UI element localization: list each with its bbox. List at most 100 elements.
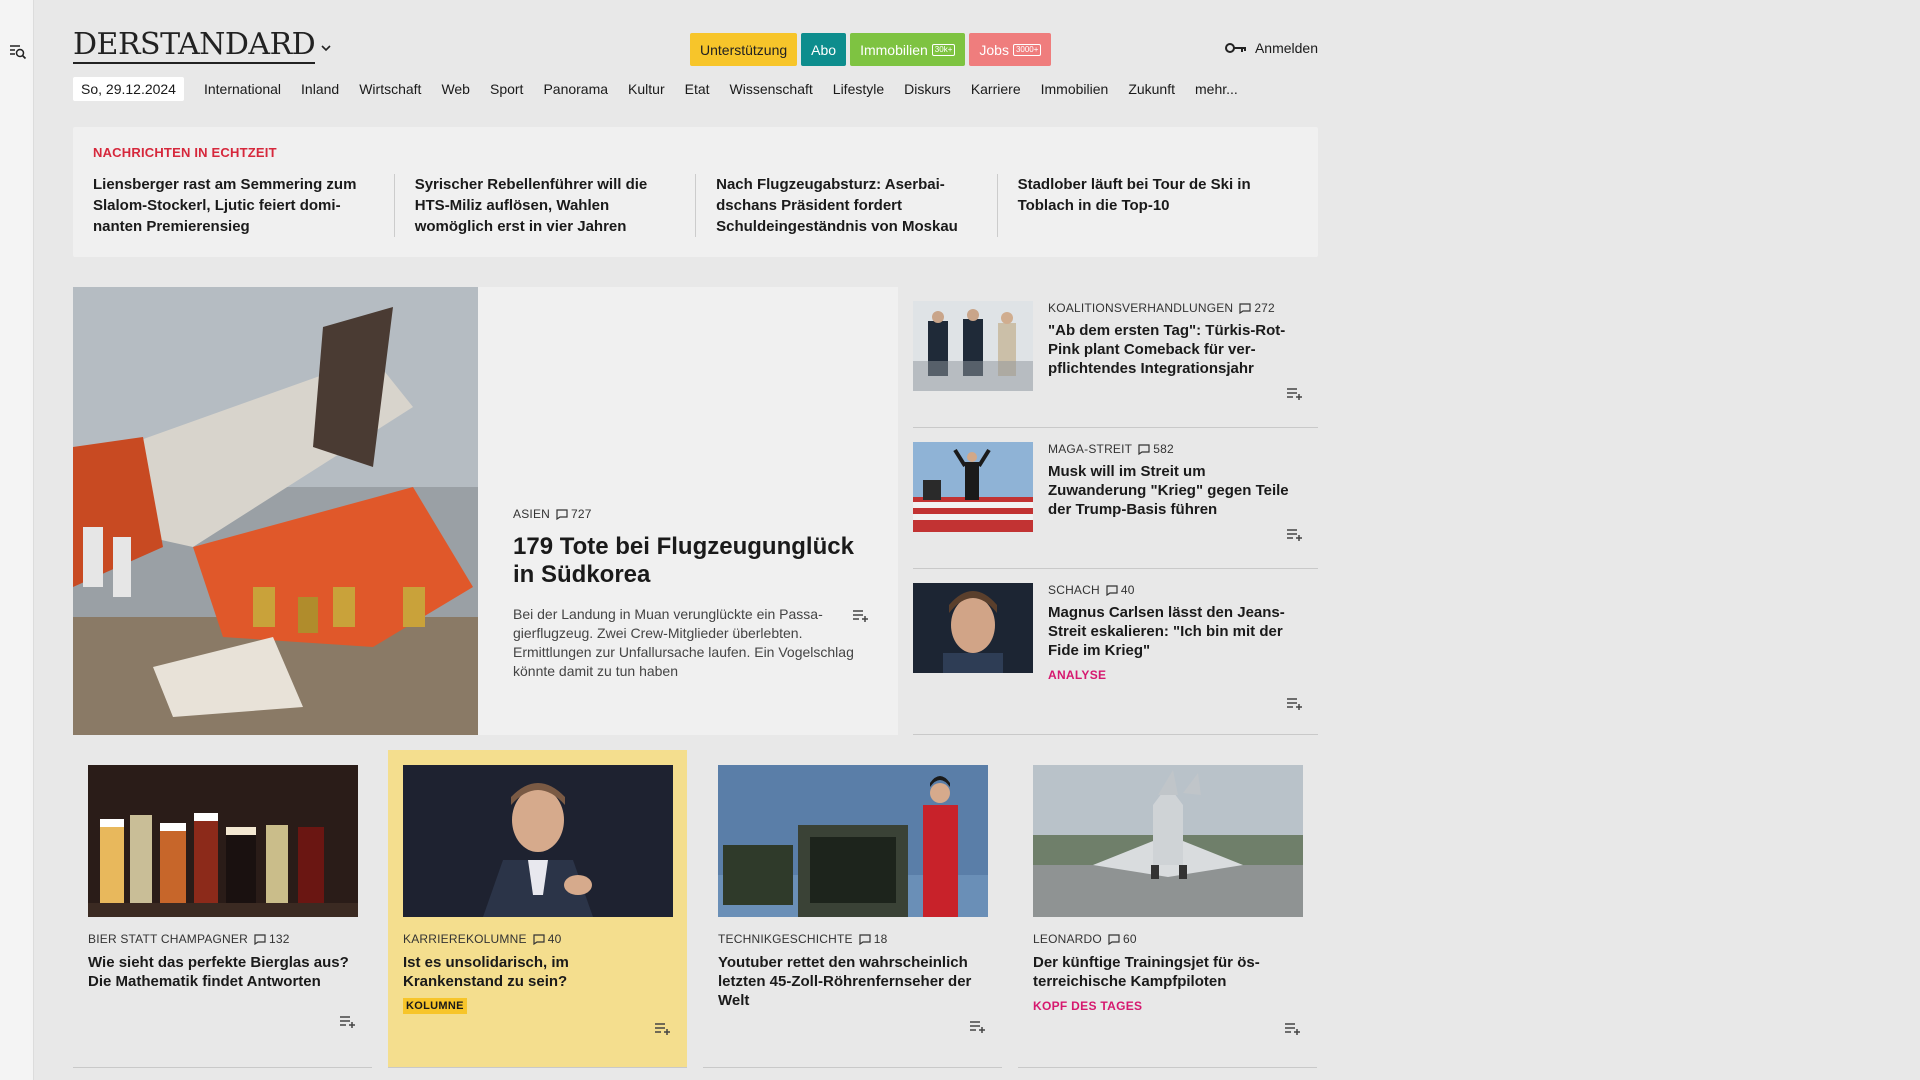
nav-item-panorama[interactable]: Panorama: [543, 81, 608, 97]
main-nav: So, 29.12.2024 International Inland Wirt…: [73, 72, 1318, 106]
immobilien-button[interactable]: Immobilien 30k+: [850, 33, 966, 66]
nav-item-zukunft[interactable]: Zukunft: [1128, 81, 1175, 97]
lead-story-body: ASIEN 727 179 Tote bei Flugzeugunglück i…: [478, 287, 898, 735]
comment-icon: [1108, 933, 1120, 945]
support-button[interactable]: Unterstützung: [690, 33, 798, 66]
add-to-list-icon[interactable]: [1284, 1022, 1302, 1036]
side-story-meta: SCHACH 40: [1048, 583, 1308, 597]
add-to-list-icon[interactable]: [339, 1015, 357, 1029]
side-story[interactable]: SCHACH 40 Magnus Carlsen lässt den Jeans…: [913, 569, 1318, 735]
left-rail: [0, 0, 34, 1080]
comment-count[interactable]: 60: [1108, 932, 1137, 946]
nav-item-international[interactable]: International: [204, 81, 281, 97]
side-story-image: [913, 442, 1033, 532]
teaser-card-kicker: LEONARDO: [1033, 932, 1102, 946]
teaser-row: BIER STATT CHAMPAGNER 132 Wie sieht das …: [73, 750, 1318, 1068]
teaser-card-image: [718, 765, 988, 917]
jobs-button[interactable]: Jobs 3000+: [969, 33, 1052, 66]
comment-count[interactable]: 727: [556, 507, 592, 521]
teaser-card-title[interactable]: Wie sieht das perfekte Bierglas aus? Die…: [88, 953, 357, 991]
ticker-item[interactable]: Stadlober läuft bei Tour de Ski in Tobla…: [996, 174, 1298, 237]
add-to-list-icon[interactable]: [1286, 528, 1304, 542]
comment-count[interactable]: 40: [1106, 583, 1135, 597]
teaser-card[interactable]: TECHNIKGESCHICHTE 18 Youtuber rettet den…: [703, 750, 1002, 1068]
nav-item-kultur[interactable]: Kultur: [628, 81, 665, 97]
comment-count-value: 40: [1120, 583, 1135, 597]
search-menu-icon[interactable]: [9, 43, 27, 61]
teaser-card-image: [1033, 765, 1303, 917]
comment-count[interactable]: 40: [533, 932, 562, 946]
nav-item-etat[interactable]: Etat: [685, 81, 710, 97]
support-label: Unterstützung: [700, 41, 788, 58]
ticker-item[interactable]: Liensberger rast am Semmering zum Slalom…: [93, 174, 394, 237]
add-to-list-icon[interactable]: [654, 1022, 672, 1036]
teaser-card-kicker: KARRIEREKOLUMNE: [403, 932, 527, 946]
site-logo[interactable]: DERSTANDARD: [73, 28, 316, 64]
comment-count-value: 60: [1122, 932, 1137, 946]
nav-item-karriere[interactable]: Karriere: [971, 81, 1021, 97]
kopf-des-tages-label: KOPF DES TAGES: [1033, 999, 1143, 1013]
comment-count[interactable]: 272: [1239, 301, 1275, 315]
comment-count[interactable]: 582: [1138, 442, 1174, 456]
nav-item-wirtschaft[interactable]: Wirtschaft: [359, 81, 421, 97]
news-ticker: NACHRICHTEN IN ECHTZEIT Liensberger rast…: [73, 127, 1318, 257]
side-story[interactable]: MAGA-STREIT 582 Musk will im Streit um Z…: [913, 428, 1318, 569]
nav-item-sport[interactable]: Sport: [490, 81, 523, 97]
teaser-card[interactable]: KARRIEREKOLUMNE 40 Ist es unsolidarisch,…: [388, 750, 687, 1068]
add-to-list-icon[interactable]: [852, 609, 870, 623]
nav-item-diskurs[interactable]: Diskurs: [904, 81, 951, 97]
immobilien-badge: 30k+: [931, 43, 956, 56]
side-story[interactable]: KOALITIONSVERHANDLUNGEN 272 "Ab dem erst…: [913, 287, 1318, 428]
comment-count[interactable]: 132: [254, 932, 290, 946]
nav-item-more[interactable]: mehr...: [1195, 81, 1238, 97]
add-to-list-icon[interactable]: [969, 1020, 987, 1034]
teaser-card-title[interactable]: Youtuber rettet den wahrscheinlich letzt…: [718, 953, 987, 1010]
add-to-list-icon[interactable]: [1286, 387, 1304, 401]
lead-story[interactable]: ASIEN 727 179 Tote bei Flugzeugunglück i…: [73, 287, 898, 735]
ticker-list: Liensberger rast am Semmering zum Slalom…: [93, 174, 1298, 237]
side-story-title[interactable]: Musk will im Streit um Zuwanderung "Krie…: [1048, 462, 1308, 519]
chevron-down-icon[interactable]: [319, 41, 333, 55]
login-button[interactable]: Anmelden: [1224, 40, 1318, 56]
teaser-card-title[interactable]: Ist es unsolidarisch, im Krankenstand zu…: [403, 953, 672, 991]
add-to-list-icon[interactable]: [1286, 697, 1304, 711]
side-story-image: [913, 583, 1033, 673]
jobs-label: Jobs: [979, 41, 1009, 58]
nav-item-wissenschaft[interactable]: Wissenschaft: [730, 81, 813, 97]
side-story-image: [913, 301, 1033, 391]
comment-icon: [1239, 302, 1251, 314]
teaser-card[interactable]: BIER STATT CHAMPAGNER 132 Wie sieht das …: [73, 750, 372, 1068]
comment-count[interactable]: 18: [859, 932, 888, 946]
lead-story-meta: ASIEN 727: [513, 507, 863, 521]
lead-story-teaser: Bei der Landung in Muan verunglückte ein…: [513, 606, 854, 679]
lead-story-image: [73, 287, 478, 735]
side-story-title[interactable]: "Ab dem ersten Tag": Türkis-Rot-Pink pla…: [1048, 321, 1308, 378]
teaser-card-image: [88, 765, 358, 917]
site-header: DERSTANDARD Unterstützung Abo Immobilien…: [73, 0, 1318, 72]
column-label: KOLUMNE: [403, 998, 467, 1014]
side-story-title[interactable]: Magnus Carlsen lässt den Jeans-Streit es…: [1048, 603, 1308, 660]
nav-item-web[interactable]: Web: [441, 81, 470, 97]
side-story-kicker: KOALITIONSVERHANDLUNGEN: [1048, 301, 1234, 315]
nav-item-immobilien[interactable]: Immobilien: [1041, 81, 1109, 97]
jobs-badge: 3000+: [1012, 43, 1042, 56]
header-pills: Unterstützung Abo Immobilien 30k+ Jobs 300…: [690, 33, 1052, 66]
page: DERSTANDARD Unterstützung Abo Immobilien…: [73, 0, 1318, 1068]
comment-icon: [1106, 584, 1118, 596]
side-story-body: SCHACH 40 Magnus Carlsen lässt den Jeans…: [1048, 583, 1308, 682]
nav-item-lifestyle[interactable]: Lifestyle: [833, 81, 884, 97]
key-icon: [1224, 43, 1246, 53]
teaser-card-meta: TECHNIKGESCHICHTE 18: [718, 932, 987, 946]
teaser-card-title[interactable]: Der künftige Trainingsjet für ös­terreic…: [1033, 953, 1302, 991]
nav-item-inland[interactable]: Inland: [301, 81, 339, 97]
ticker-item[interactable]: Syrischer Rebellenführer will die HTS-Mi…: [393, 174, 695, 237]
login-label: Anmelden: [1254, 40, 1318, 56]
ticker-item[interactable]: Nach Flugzeugabsturz: Aserbai­dschans Pr…: [695, 174, 996, 237]
lead-story-title[interactable]: 179 Tote bei Flugzeugunglück in Südkorea: [513, 533, 863, 589]
comment-icon: [556, 508, 568, 520]
abo-button[interactable]: Abo: [801, 33, 847, 66]
teaser-card[interactable]: LEONARDO 60 Der künftige Trainingsjet fü…: [1018, 750, 1317, 1068]
side-story-body: MAGA-STREIT 582 Musk will im Streit um Z…: [1048, 442, 1308, 519]
analysis-label: ANALYSE: [1048, 668, 1107, 682]
comment-count-value: 727: [571, 507, 592, 521]
